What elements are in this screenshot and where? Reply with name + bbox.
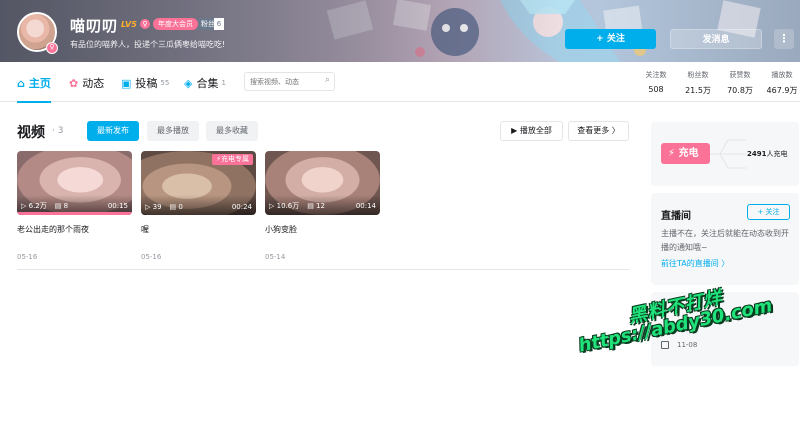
sort-most-played-button[interactable]: 最多播放 xyxy=(147,121,199,141)
tv-icon: ▣ xyxy=(121,76,132,90)
video-meta: ▷ 10.6万 ▤ 12 00:14 xyxy=(269,201,376,211)
play-count-icon: ▷ 6.2万 xyxy=(21,202,47,210)
charge-count-suffix: 人充电 xyxy=(766,150,788,158)
duration: 00:24 xyxy=(231,203,252,211)
tab-collections-label: 合集 xyxy=(196,77,219,90)
play-count: 10.6万 xyxy=(276,202,300,210)
stat-label: 关注数 xyxy=(645,71,667,79)
danmaku-icon: ▤ 12 xyxy=(307,202,325,210)
stat-value: 70.8万 xyxy=(727,86,753,95)
charge-exclusive-tag: ⚡充电专属 xyxy=(212,154,253,165)
video-date: 05-14 xyxy=(265,253,286,261)
charge-count: 2491人充电 xyxy=(747,149,787,159)
play-count: 39 xyxy=(152,203,162,211)
tab-dynamic-label: 动态 xyxy=(82,77,105,90)
play-count-icon: ▷ 10.6万 xyxy=(269,202,300,210)
female-icon: ♀ xyxy=(140,19,150,29)
tab-home[interactable]: ⌂ 主页 xyxy=(17,74,51,103)
fan-medal-level: 6 xyxy=(214,18,224,30)
video-date: 05-16 xyxy=(141,253,162,261)
video-title[interactable]: 小狗变脸 xyxy=(265,224,380,235)
stat-value: 508 xyxy=(648,85,664,94)
avatar-badge-icon: ♀ xyxy=(46,42,58,54)
video-thumbnail[interactable]: ▷ 6.2万 ▤ 8 00:15 xyxy=(17,151,132,215)
video-card[interactable]: ▷ 10.6万 ▤ 12 00:14 小狗变脸 05-14 xyxy=(265,151,380,261)
duration: 00:14 xyxy=(355,202,376,210)
danmaku-icon: ▤ 0 xyxy=(169,203,183,211)
stat-label: 获赞数 xyxy=(729,71,751,79)
video-card[interactable]: ▷ 6.2万 ▤ 8 00:15 老公出走的那个雨夜 05-16 xyxy=(17,151,132,261)
stat-fans[interactable]: 粉丝数 21.5万 xyxy=(678,70,718,96)
danmaku-icon: ▤ 8 xyxy=(54,202,69,210)
layers-icon: ◈ xyxy=(184,76,193,90)
stat-following[interactable]: 关注数 508 xyxy=(636,70,676,94)
video-title[interactable]: 喔 xyxy=(141,224,256,235)
section-title: 视频 xyxy=(17,125,45,141)
level-badge: LV5 xyxy=(121,20,137,29)
stat-label: 粉丝数 xyxy=(687,71,709,79)
search-box: ⌕ xyxy=(244,72,335,91)
tab-dynamic[interactable]: ✿ 动态 xyxy=(69,74,104,92)
danmaku-count: 0 xyxy=(178,203,183,211)
play-count: 6.2万 xyxy=(28,202,47,210)
charge-button[interactable]: ⚡ 充电 xyxy=(661,143,710,164)
video-title[interactable]: 老公出走的那个雨夜 xyxy=(17,224,132,235)
tab-home-label: 主页 xyxy=(28,77,51,90)
video-thumbnail[interactable]: ⚡充电专属 ▷ 39 ▤ 0 00:24 xyxy=(141,151,256,215)
video-meta: ▷ 39 ▤ 0 00:24 xyxy=(145,203,252,211)
stat-value: 21.5万 xyxy=(685,86,711,95)
live-room-title: 直播间 xyxy=(661,211,691,222)
section-count: · 3 xyxy=(52,126,64,136)
more-options-icon[interactable]: ⋮ xyxy=(774,29,794,49)
charge-count-number: 2491 xyxy=(747,150,767,158)
video-meta: ▷ 6.2万 ▤ 8 00:15 xyxy=(21,201,128,211)
search-input[interactable] xyxy=(250,76,320,88)
vip-badge[interactable]: 年度大会员 xyxy=(153,18,198,30)
video-card[interactable]: ⚡充电专属 ▷ 39 ▤ 0 00:24 喔 05-16 xyxy=(141,151,256,261)
home-icon: ⌂ xyxy=(17,76,25,90)
live-follow-button[interactable]: + 关注 xyxy=(747,204,790,220)
watch-progress-bar xyxy=(17,212,132,215)
username: 喵叨叨 xyxy=(70,17,119,35)
stat-plays: 播放数 467.9万 xyxy=(762,70,800,96)
section-divider xyxy=(17,269,629,270)
stat-likes: 获赞数 70.8万 xyxy=(720,70,760,96)
play-count-icon: ▷ 39 xyxy=(145,203,162,211)
signature: 有品位的喵养人，投递个三瓜俩枣给喵吃吃! xyxy=(70,40,226,49)
search-icon[interactable]: ⌕ xyxy=(325,75,330,85)
follow-button[interactable]: + 关注 xyxy=(565,29,656,49)
message-button[interactable]: 发消息 xyxy=(670,29,762,49)
danmaku-count: 8 xyxy=(63,202,69,210)
tab-collections[interactable]: ◈ 合集 1 xyxy=(184,74,226,92)
sort-most-fav-button[interactable]: 最多收藏 xyxy=(206,121,258,141)
danmaku-count: 12 xyxy=(316,202,325,210)
tab-submissions[interactable]: ▣ 投稿 55 xyxy=(121,74,169,92)
sort-newest-button[interactable]: 最新发布 xyxy=(87,121,139,141)
tab-submissions-label: 投稿 xyxy=(135,77,158,90)
stat-value: 467.9万 xyxy=(766,86,798,95)
duration: 00:15 xyxy=(107,202,128,210)
collections-count: 1 xyxy=(221,79,226,87)
charge-panel: ⚡ 充电 2491人充电 xyxy=(651,122,799,186)
video-thumbnail[interactable]: ▷ 10.6万 ▤ 12 00:14 xyxy=(265,151,380,215)
dynamic-icon: ✿ xyxy=(69,76,79,90)
submissions-count: 55 xyxy=(160,79,170,87)
charge-decoration xyxy=(710,139,746,169)
play-all-button[interactable]: ▶ 播放全部 xyxy=(500,121,563,141)
stat-label: 播放数 xyxy=(771,71,793,79)
see-more-button[interactable]: 查看更多 〉 xyxy=(568,121,629,141)
video-date: 05-16 xyxy=(17,253,38,261)
